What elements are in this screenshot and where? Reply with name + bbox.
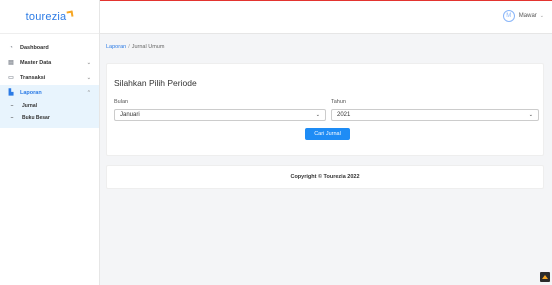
chevron-down-icon: ⌄: [86, 74, 91, 81]
month-select[interactable]: Januari ⌄: [114, 109, 326, 121]
sidebar-item-label: Transaksi: [20, 74, 46, 81]
user-menu[interactable]: M Mawar ⌄: [502, 10, 544, 22]
sidebar-item-label: Laporan: [20, 89, 42, 96]
chevron-down-icon: ⌄: [539, 13, 544, 19]
footer: Copyright © Tourezia 2022: [106, 165, 544, 189]
database-icon: ▤: [8, 60, 14, 66]
laporan-submenu: – Jurnal – Buku Besar: [0, 100, 99, 128]
page-title: Silahkan Pilih Periode: [114, 78, 197, 88]
breadcrumb-current: Jurnal Umum: [131, 44, 165, 50]
sidebar-subitem-label: Jurnal: [22, 103, 38, 109]
year-label: Tahun: [331, 99, 346, 105]
sidebar-subitem-buku-besar[interactable]: – Buku Besar: [0, 112, 99, 124]
copyright-text: Copyright © Tourezia 2022: [290, 174, 360, 180]
brand-name: tourezia: [25, 10, 67, 23]
dashboard-icon: ◔: [9, 44, 13, 51]
sidebar-item-transaksi[interactable]: ▭ Transaksi ⌄: [0, 70, 99, 85]
year-select-value: 2021: [337, 112, 351, 118]
year-select[interactable]: 2021 ⌄: [331, 109, 539, 121]
breadcrumb: Laporan / Jurnal Umum: [106, 44, 164, 50]
report-icon: ▙: [8, 90, 14, 96]
dash-icon: –: [10, 103, 14, 109]
period-form-card: Silahkan Pilih Periode Bulan Januari ⌄ T…: [106, 63, 544, 156]
sidebar-menu: ◔ Dashboard ▤ Master Data ⌄ ▭ Transaksi …: [0, 34, 99, 128]
sidebar-subitem-jurnal[interactable]: – Jurnal: [0, 100, 99, 112]
transaction-icon: ▭: [8, 75, 14, 81]
sidebar-item-laporan[interactable]: ▙ Laporan ⌃: [0, 85, 99, 100]
search-journal-button[interactable]: Cari Jurnal: [305, 128, 350, 140]
sidebar-subitem-label: Buku Besar: [22, 115, 50, 121]
month-select-value: Januari: [120, 112, 140, 118]
scroll-to-top-button[interactable]: [540, 272, 550, 282]
dash-icon: –: [10, 115, 14, 121]
sidebar-item-label: Dashboard: [20, 44, 49, 51]
chevron-down-icon: ⌄: [86, 59, 91, 66]
user-name: Mawar: [518, 13, 537, 19]
brand-logo[interactable]: tourezia: [0, 0, 99, 34]
sidebar-item-label: Master Data: [20, 59, 52, 66]
sidebar-item-master-data[interactable]: ▤ Master Data ⌄: [0, 55, 99, 70]
brand-mark-icon: [66, 10, 74, 17]
chevron-down-icon: ⌄: [315, 112, 320, 118]
month-label: Bulan: [114, 99, 129, 105]
sidebar-item-dashboard[interactable]: ◔ Dashboard: [0, 40, 99, 55]
sidebar: tourezia ◔ Dashboard ▤ Master Data ⌄ ▭ T…: [0, 0, 100, 285]
chevron-up-icon: ⌃: [86, 89, 91, 96]
breadcrumb-link-laporan[interactable]: Laporan: [106, 44, 126, 50]
chevron-down-icon: ⌄: [528, 112, 533, 118]
topbar: M Mawar ⌄: [100, 1, 552, 34]
breadcrumb-separator: /: [128, 44, 130, 50]
arrow-up-icon: [542, 275, 548, 279]
avatar: M: [502, 10, 515, 22]
